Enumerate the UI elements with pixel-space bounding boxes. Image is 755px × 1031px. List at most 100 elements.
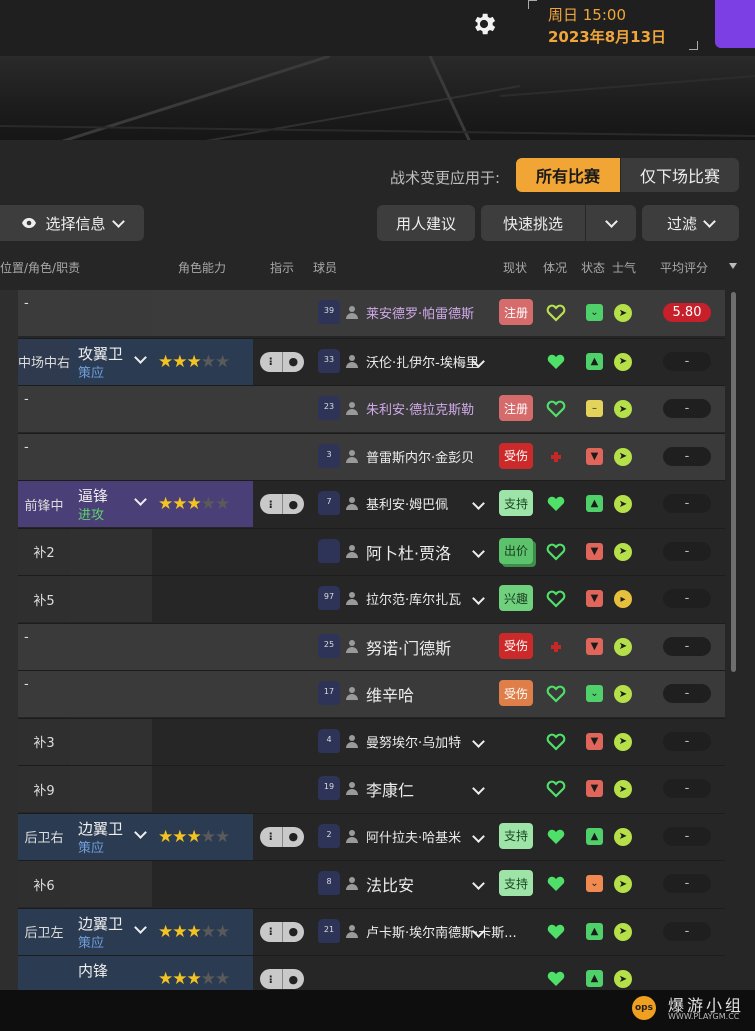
player-name[interactable]: 拉尔范·库尔扎瓦 xyxy=(366,589,461,608)
header-position[interactable]: 位置/角色/职责 xyxy=(0,259,80,276)
header-ability[interactable]: 角色能力 xyxy=(178,259,226,276)
player-row[interactable]: 补3 4 曼努埃尔·乌加特 ▼ ➤ - xyxy=(18,717,725,765)
player-row[interactable]: 内锋 ★★★★★ ⁝ ● ▲ ➤ xyxy=(18,955,725,990)
injury-cross-icon xyxy=(551,451,561,462)
player-select-chevron-icon[interactable] xyxy=(472,829,485,843)
player-row[interactable]: 后卫左 边翼卫 策应 ★★★★★ ⁝ ● 21 卢卡斯·埃尔南德斯·卡斯... ▲ ➤ - xyxy=(18,907,725,955)
status-badge[interactable]: 出价 xyxy=(499,537,533,564)
player-name[interactable]: 基利安·姆巴佩 xyxy=(366,494,448,513)
player-name[interactable]: 朱利安·德拉克斯勒 xyxy=(366,399,474,418)
player-select-chevron-icon[interactable] xyxy=(472,592,485,605)
header-avg-rating[interactable]: 平均评分 xyxy=(660,259,708,276)
person-body xyxy=(346,599,358,605)
condition-icon: – xyxy=(586,400,603,417)
header-morale[interactable]: 士气 xyxy=(612,259,636,276)
player-name[interactable]: 阿什拉夫·哈基米 xyxy=(366,827,461,846)
select-info-label: 选择信息 xyxy=(45,214,106,233)
player-name[interactable]: 曼努埃尔·乌加特 xyxy=(366,732,461,751)
player-select-chevron-icon[interactable] xyxy=(472,544,485,558)
player-select-chevron-icon[interactable] xyxy=(472,877,485,890)
player-name[interactable]: 努诺·门德斯 xyxy=(366,635,451,659)
role-cell[interactable]: 边翼卫 策应 xyxy=(70,813,152,860)
role-cell[interactable]: 边翼卫 策应 xyxy=(70,908,152,955)
select-info-button[interactable]: 选择信息 xyxy=(0,205,144,241)
player-row[interactable]: 补9 19 李康仁 ▼ ➤ - xyxy=(18,765,725,812)
instructions-toggle[interactable]: ⁝ ● xyxy=(260,351,304,372)
status-badge[interactable]: 受伤 xyxy=(499,632,533,659)
person-head xyxy=(349,639,355,646)
header-player[interactable]: 球员 xyxy=(313,259,337,276)
role-cell[interactable]: 逼锋 进攻 xyxy=(70,481,152,527)
status-badge[interactable]: 受伤 xyxy=(499,442,533,469)
instructions-toggle[interactable]: ⁝ ● xyxy=(260,969,304,989)
player-instruction-icon: ● xyxy=(288,972,299,986)
instructions-toggle[interactable]: ⁝ ● xyxy=(260,826,304,847)
next-match-button[interactable]: 仅下场比赛 xyxy=(621,158,739,192)
player-name[interactable]: 普雷斯内尔·金彭贝 xyxy=(366,447,474,466)
position-label: 补6 xyxy=(18,861,70,907)
player-row[interactable]: - 39 莱安德罗·帕雷德斯 注册 ⌄ ➤ 5.80 xyxy=(18,290,725,336)
status-badge[interactable]: 支持 xyxy=(499,490,533,516)
player-row[interactable]: - 3 普雷斯内尔·金彭贝 受伤 ▼ ➤ - xyxy=(18,432,725,480)
player-name[interactable]: 阿卜杜·贾洛 xyxy=(366,540,451,564)
player-name[interactable]: 卢卡斯·埃尔南德斯·卡斯... xyxy=(366,922,517,941)
continue-button[interactable] xyxy=(715,0,755,48)
player-row[interactable]: - 17 维辛哈 受伤 ⌄ ➤ - xyxy=(18,670,725,717)
header-fitness[interactable]: 体况 xyxy=(543,259,567,276)
advice-button[interactable]: 用人建议 xyxy=(377,205,475,241)
all-matches-button[interactable]: 所有比赛 xyxy=(516,158,620,192)
chevron-down-icon[interactable] xyxy=(134,493,147,506)
status-badge[interactable]: 受伤 xyxy=(499,680,533,706)
instructions-icon: ⁝ xyxy=(260,969,283,989)
fitness-heart-icon xyxy=(547,829,565,844)
player-name[interactable]: 莱安德罗·帕雷德斯 xyxy=(366,303,474,322)
player-select-chevron-icon[interactable] xyxy=(472,497,485,510)
status-badge[interactable]: 支持 xyxy=(499,870,533,896)
role-duty: 策应 xyxy=(78,365,105,381)
player-row[interactable]: 补6 8 法比安 支持 ⌄ ➤ - xyxy=(18,860,725,907)
sort-arrow-icon[interactable] xyxy=(729,263,737,269)
player-row[interactable]: - 23 朱利安·德拉克斯勒 注册 – ➤ - xyxy=(18,385,725,432)
filter-button[interactable]: 过滤 xyxy=(642,205,739,241)
date-display[interactable]: 周日 15:00 2023年8月13日 xyxy=(528,0,698,50)
status-badge[interactable]: 兴趣 xyxy=(499,585,533,611)
shirt-number: 2 xyxy=(326,829,332,839)
chevron-down-icon[interactable] xyxy=(134,825,147,839)
header-status[interactable]: 现状 xyxy=(503,259,527,276)
player-row[interactable]: 中场中右 攻翼卫 策应 ★★★★★ ⁝ ● 33 沃伦·扎伊尔-埃梅里 ▲ ➤ - xyxy=(18,337,725,385)
condition-icon: ▼ xyxy=(586,590,603,607)
status-badge[interactable]: 注册 xyxy=(499,299,533,325)
player-name[interactable]: 法比安 xyxy=(366,872,414,896)
position-label: 补2 xyxy=(18,528,70,575)
header-instructions[interactable]: 指示 xyxy=(270,259,294,276)
settings-gear-icon[interactable] xyxy=(470,10,498,38)
chevron-down-icon[interactable] xyxy=(134,920,147,934)
scrollbar[interactable] xyxy=(731,292,736,672)
shirt-number: 19 xyxy=(323,782,335,791)
player-row[interactable]: 前锋中 逼锋 进攻 ★★★★★ ⁝ ● 7 基利安·姆巴佩 支持 ▲ ➤ - xyxy=(18,480,725,527)
status-badge[interactable]: 支持 xyxy=(499,822,533,849)
instructions-toggle[interactable]: ⁝ ● xyxy=(260,494,304,514)
chevron-down-icon[interactable] xyxy=(134,350,147,364)
role-ability-stars: ★★★★★ xyxy=(158,494,230,514)
instructions-toggle[interactable]: ⁝ ● xyxy=(260,921,304,942)
player-name[interactable]: 李康仁 xyxy=(366,777,414,801)
morale-icon: ➤ xyxy=(614,352,632,371)
player-select-chevron-icon[interactable] xyxy=(472,734,485,748)
player-row[interactable]: 补2 阿卜杜·贾洛 出价 ▼ ➤ - xyxy=(18,527,725,575)
morale-icon: ➤ xyxy=(614,875,632,893)
person-body xyxy=(346,409,358,415)
quick-pick-dropdown[interactable] xyxy=(586,205,636,241)
quick-pick-button[interactable]: 快速挑选 xyxy=(481,205,585,241)
player-row[interactable]: 后卫右 边翼卫 策应 ★★★★★ ⁝ ● 2 阿什拉夫·哈基米 支持 ▲ ➤ - xyxy=(18,812,725,860)
tactics-apply-label: 战术变更应用于: xyxy=(390,169,501,187)
role-cell[interactable]: 内锋 xyxy=(70,956,152,990)
player-select-chevron-icon[interactable] xyxy=(472,782,485,795)
header-condition[interactable]: 状态 xyxy=(581,259,605,276)
player-name[interactable]: 维辛哈 xyxy=(366,682,414,706)
player-name[interactable]: 沃伦·扎伊尔-埃梅里 xyxy=(366,352,479,371)
role-cell[interactable]: 攻翼卫 策应 xyxy=(70,338,152,385)
status-badge[interactable]: 注册 xyxy=(499,395,533,421)
player-row[interactable]: 补5 97 拉尔范·库尔扎瓦 兴趣 ▼ ▸ - xyxy=(18,575,725,622)
player-row[interactable]: - 25 努诺·门德斯 受伤 ▼ ➤ - xyxy=(18,622,725,670)
